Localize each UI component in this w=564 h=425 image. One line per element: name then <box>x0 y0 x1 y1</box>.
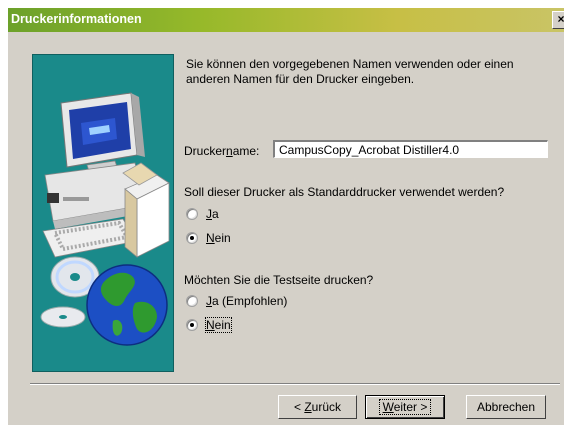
radio-selected-dot <box>190 236 194 240</box>
cancel-button[interactable]: Abbrechen <box>466 395 546 419</box>
radio-label: Nein <box>206 231 231 245</box>
printer-name-label: Druckername: <box>184 144 260 158</box>
dialog-window: Druckerinformationen × Sie können den vo… <box>8 8 564 425</box>
intro-text: Sie können den vorgegebenen Namen verwen… <box>186 57 514 86</box>
radio-selected-dot <box>190 323 194 327</box>
next-button[interactable]: Weiter > <box>365 395 445 419</box>
radio-button[interactable] <box>186 295 198 307</box>
default-printer-question: Soll dieser Drucker als Standarddrucker … <box>184 185 505 199</box>
window-title: Druckerinformationen <box>11 12 142 26</box>
radio-label: Ja <box>206 207 219 221</box>
test-page-question: Möchten Sie die Testseite drucken? <box>184 273 374 287</box>
computer-illustration <box>40 92 170 346</box>
radio-button[interactable] <box>186 232 198 244</box>
separator <box>30 383 560 385</box>
printer-name-input[interactable] <box>273 140 548 158</box>
globe-icon <box>86 264 168 346</box>
back-button[interactable]: < Zurück <box>278 395 357 419</box>
radio-label: Nein <box>205 317 232 333</box>
radio-button[interactable] <box>186 319 198 331</box>
title-bar: Druckerinformationen × <box>8 8 564 32</box>
wizard-illustration <box>32 54 174 372</box>
radio-label: Ja (Empfohlen) <box>206 294 288 308</box>
close-icon[interactable]: × <box>552 11 564 29</box>
radio-button[interactable] <box>186 208 198 220</box>
